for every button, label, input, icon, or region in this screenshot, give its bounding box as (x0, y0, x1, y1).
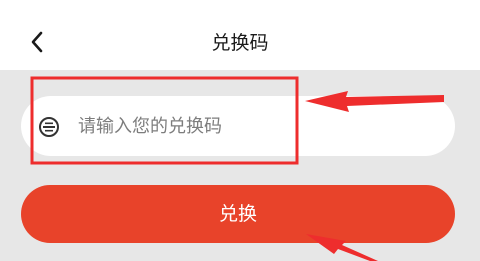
coupon-icon (39, 117, 59, 137)
redeem-button[interactable]: 兑换 (21, 185, 455, 243)
top-nav-bar: 兑换码 (0, 0, 480, 70)
redeem-code-input[interactable] (78, 106, 438, 146)
page-title: 兑换码 (211, 32, 269, 54)
